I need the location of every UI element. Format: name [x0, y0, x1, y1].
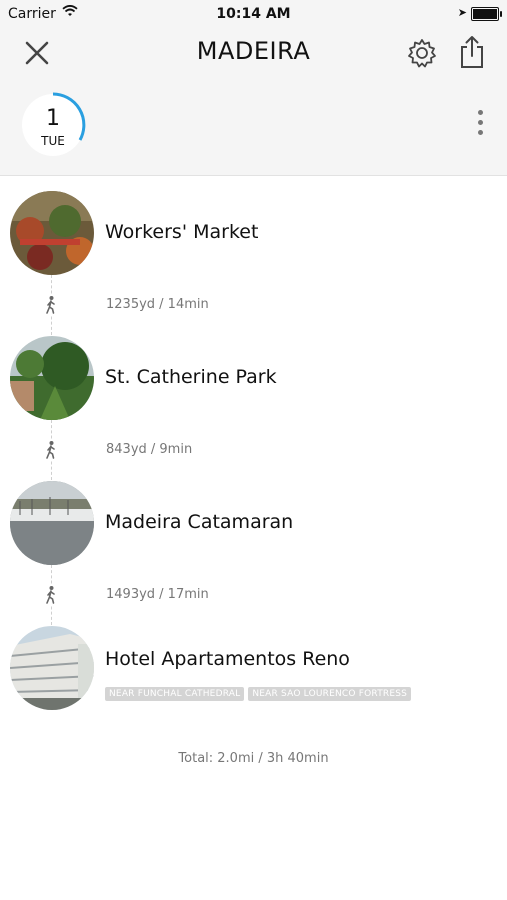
location-arrow-icon: ➤ [457, 6, 467, 19]
nearby-tag: NEAR FUNCHAL CATHEDRAL [105, 687, 245, 701]
stop-name: Hotel Apartamentos Reno [105, 648, 350, 670]
clock: 10:14 AM [216, 6, 291, 22]
list-item[interactable]: St. Catherine Park [10, 336, 500, 420]
hotel-photo [10, 626, 94, 710]
leg-distance: 1493yd / 17min [106, 587, 209, 602]
stop-tags: NEAR FUNCHAL CATHEDRAL NEAR SAO LOURENCO … [105, 681, 415, 701]
walk-icon [43, 295, 59, 315]
gear-icon[interactable] [405, 36, 439, 70]
harbor-photo [10, 481, 94, 565]
nearby-tag: NEAR SAO LOURENCO FORTRESS [248, 687, 412, 701]
walk-icon [43, 585, 59, 605]
stop-name: Madeira Catamaran [105, 511, 294, 533]
route-leg: 1235yd / 14min [0, 275, 507, 335]
battery-icon [471, 7, 502, 21]
more-options-icon[interactable] [472, 110, 488, 142]
route-leg: 843yd / 9min [0, 420, 507, 480]
nav-bar: MADEIRA [0, 28, 507, 80]
list-item[interactable]: Hotel Apartamentos Reno NEAR FUNCHAL CAT… [10, 626, 500, 710]
park-photo [10, 336, 94, 420]
route-leg: 1493yd / 17min [0, 565, 507, 625]
day-number: 1 [46, 106, 60, 131]
market-photo [10, 191, 94, 275]
day-weekday: TUE [41, 134, 65, 148]
stop-name: St. Catherine Park [105, 366, 277, 388]
stop-name: Workers' Market [105, 221, 259, 243]
walk-icon [43, 440, 59, 460]
list-item[interactable]: Madeira Catamaran [10, 481, 500, 565]
route-total: Total: 2.0mi / 3h 40min [178, 751, 329, 766]
share-icon[interactable] [458, 34, 486, 70]
list-item[interactable]: Workers' Market [10, 191, 500, 275]
status-bar: Carrier 10:14 AM ➤ [0, 0, 507, 28]
leg-distance: 843yd / 9min [106, 442, 193, 457]
day-badge[interactable]: 1 TUE [20, 92, 86, 158]
leg-distance: 1235yd / 14min [106, 297, 209, 312]
day-selector-bar: 1 TUE [0, 80, 507, 176]
